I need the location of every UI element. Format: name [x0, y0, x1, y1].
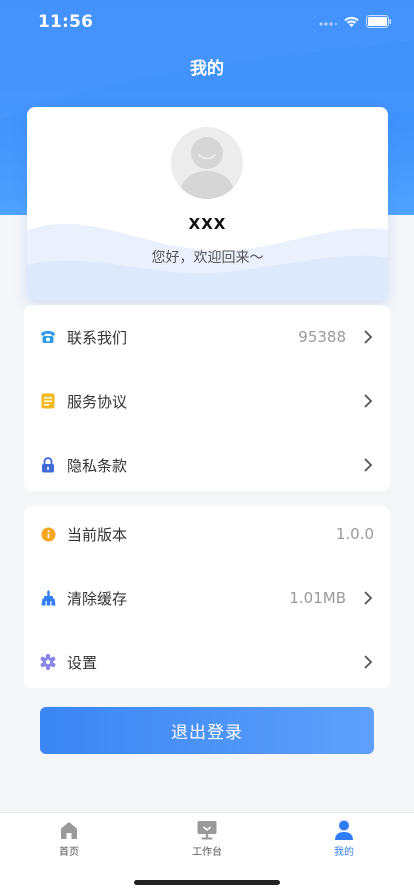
menu-item-current-version: 当前版本 1.0.0 [24, 512, 390, 556]
menu-label: 设置 [67, 653, 98, 672]
cache-size-value: 1.01MB [289, 589, 346, 607]
status-time: 11:56 [38, 12, 94, 32]
menu-label: 清除缓存 [67, 589, 128, 608]
phone-icon [40, 329, 56, 345]
tab-label: 工作台 [192, 847, 222, 858]
workbench-icon [197, 821, 217, 840]
menu-item-clear-cache[interactable]: 清除缓存 1.01MB [24, 576, 390, 620]
contact-phone-number: 95388 [298, 328, 346, 346]
profile-card: XXX 您好，欢迎回来～ [27, 107, 388, 300]
document-icon [40, 393, 56, 409]
info-icon [40, 526, 56, 542]
menu-label: 联系我们 [67, 328, 128, 347]
status-icons [319, 15, 392, 28]
menu-item-contact-us[interactable]: 联系我们 95388 [24, 315, 390, 359]
avatar-placeholder-icon [179, 137, 235, 199]
version-value: 1.0.0 [335, 525, 374, 543]
chevron-right-icon [364, 655, 373, 669]
cellular-signal-icon [319, 22, 337, 26]
menu-label: 服务协议 [67, 392, 128, 411]
page-title: 我的 [190, 59, 224, 79]
broom-icon [40, 590, 56, 606]
chevron-right-icon [364, 591, 373, 605]
menu-item-settings[interactable]: 设置 [24, 640, 390, 684]
home-icon [61, 822, 77, 839]
chevron-right-icon [364, 394, 373, 408]
gear-icon [40, 654, 56, 670]
menu-label: 隐私条款 [67, 456, 128, 475]
wifi-icon [344, 16, 359, 27]
tab-home[interactable]: 首页 [29, 819, 109, 858]
tab-label: 我的 [334, 847, 354, 858]
chevron-right-icon [364, 458, 373, 472]
tab-mine[interactable]: 我的 [304, 819, 384, 858]
tab-label: 首页 [59, 847, 79, 858]
menu-group-app: 当前版本 1.0.0 清除缓存 1.01MB 设置 [24, 506, 390, 688]
menu-label: 当前版本 [67, 525, 128, 544]
logout-button[interactable]: 退出登录 [40, 707, 374, 754]
battery-icon [366, 15, 392, 28]
username: XXX [188, 215, 227, 233]
menu-item-service-agreement[interactable]: 服务协议 [24, 379, 390, 423]
avatar[interactable] [171, 127, 243, 199]
menu-group-contact: 联系我们 95388 服务协议 隐私条款 [24, 305, 390, 491]
lock-icon [40, 457, 56, 473]
status-bar: 11:56 [0, 0, 414, 44]
chevron-right-icon [364, 330, 373, 344]
tab-workbench[interactable]: 工作台 [167, 819, 247, 858]
user-icon [335, 820, 353, 840]
greeting-text: 您好，欢迎回来～ [151, 250, 264, 266]
menu-item-privacy-policy[interactable]: 隐私条款 [24, 443, 390, 487]
home-indicator [134, 880, 280, 885]
